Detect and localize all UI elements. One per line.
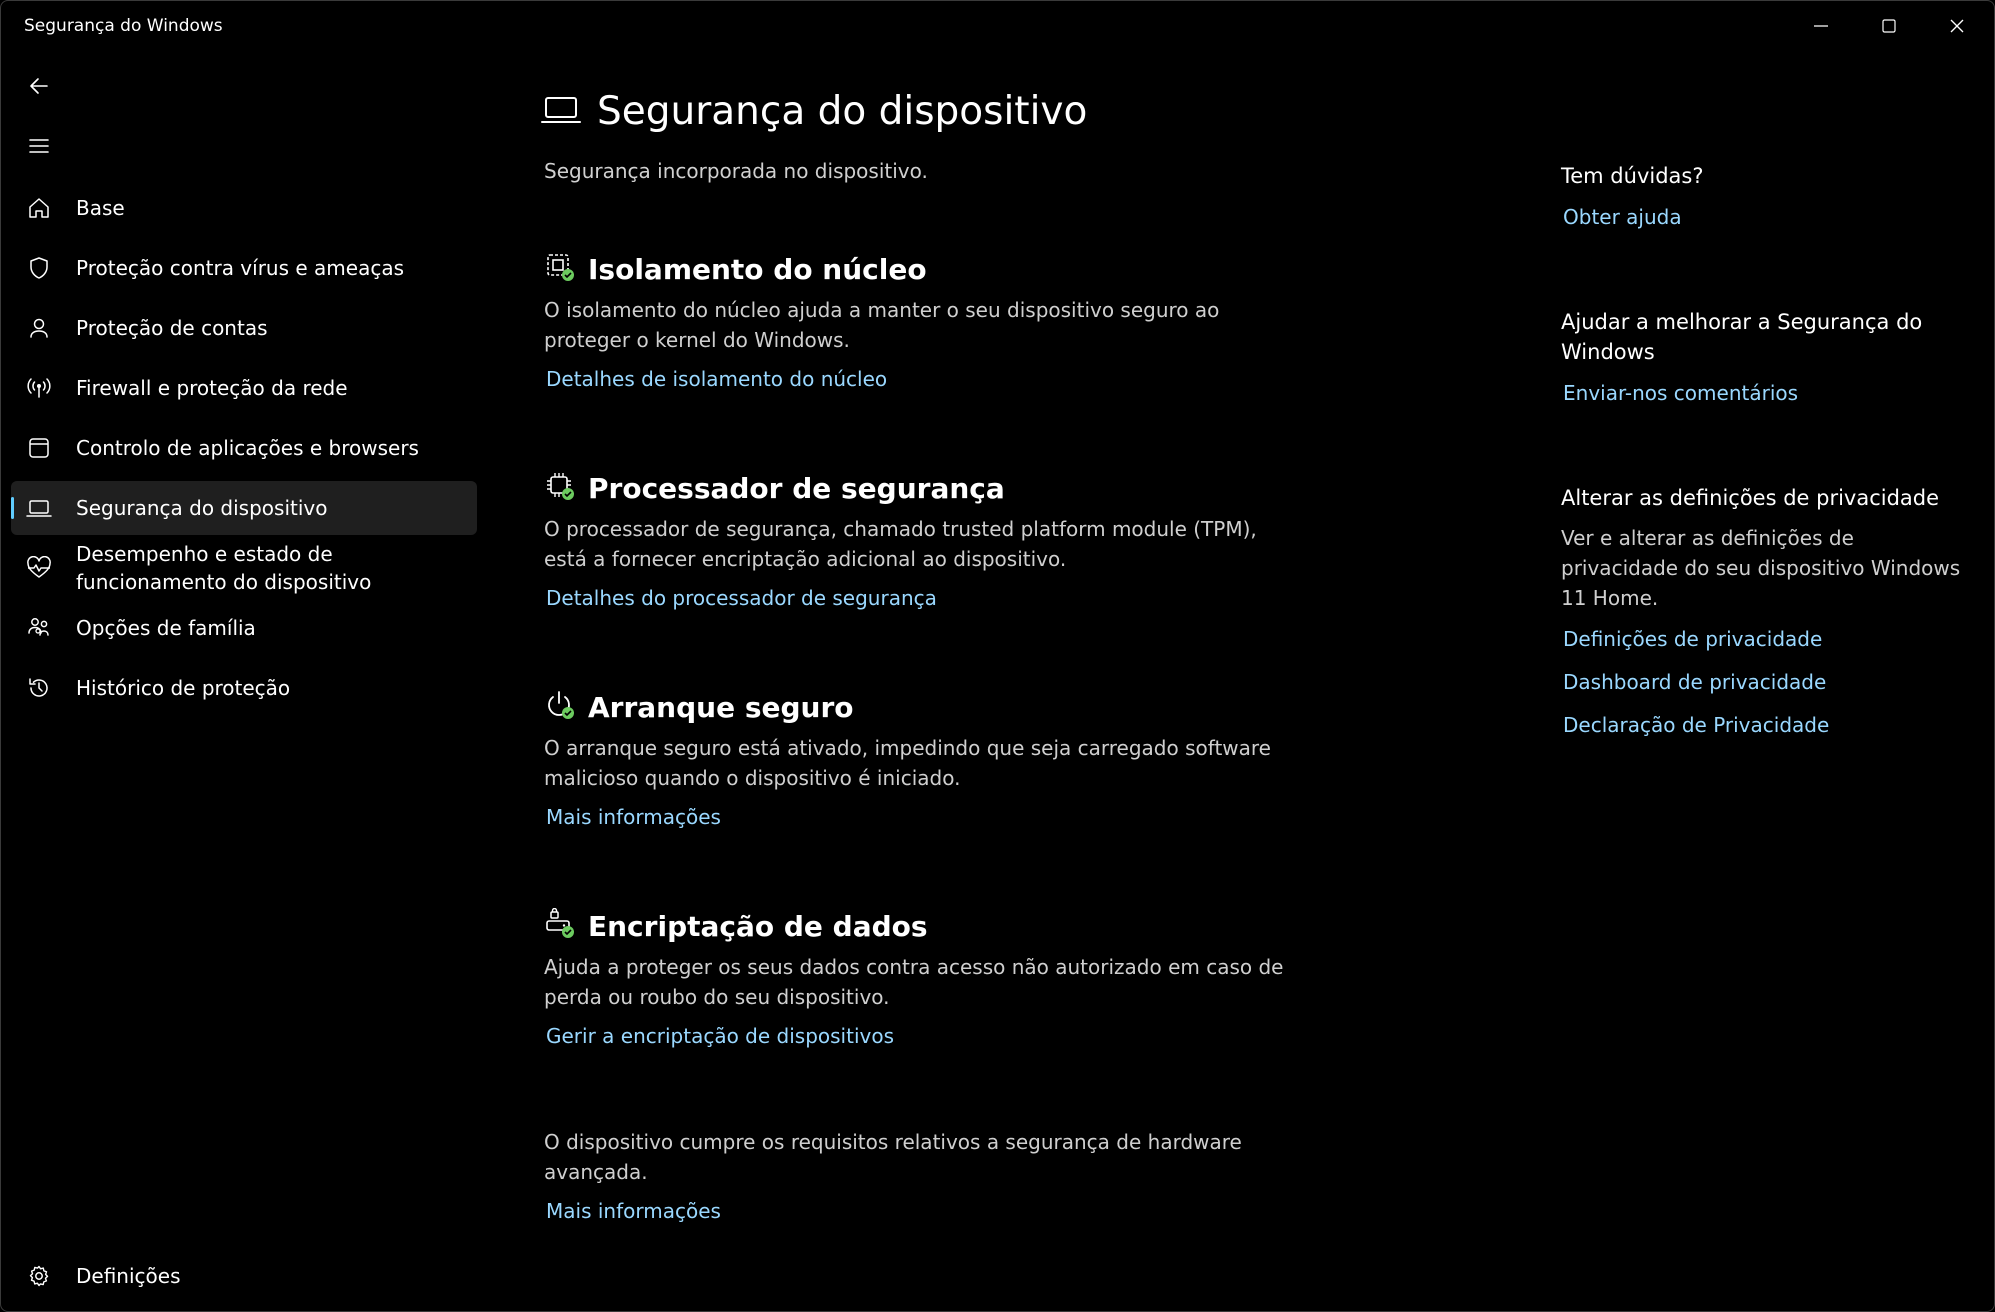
laptop-icon [26, 495, 52, 521]
section-header: Arranque seguro [544, 687, 1304, 727]
sidebar-item-label: Desempenho e estado de funcionamento do … [76, 542, 372, 594]
laptop-icon [541, 94, 581, 130]
hamburger-icon [29, 139, 49, 153]
security-processor-details-link[interactable]: Detalhes do processador de segurança [546, 586, 937, 610]
sidebar-item-settings[interactable]: Definições [11, 1249, 477, 1303]
core-isolation-ok-icon [544, 251, 576, 287]
chip-ok-icon [544, 470, 576, 506]
shield-icon [26, 255, 52, 281]
section-core-isolation: Isolamento do núcleo O isolamento do núc… [544, 249, 1304, 392]
section-description: O arranque seguro está ativado, impedind… [544, 736, 1271, 790]
sidebar-item-device-security[interactable]: Segurança do dispositivo [11, 481, 477, 535]
section-description: O isolamento do núcleo ajuda a manter o … [544, 298, 1220, 352]
privacy-description: Ver e alterar as definições de privacida… [1561, 526, 1961, 610]
sidebar-item-family-options[interactable]: Opções de família [11, 601, 477, 655]
gear-icon [26, 1263, 52, 1289]
section-title: Arranque seguro [588, 690, 854, 724]
privacy-dashboard-link[interactable]: Dashboard de privacidade [1563, 668, 1961, 696]
minimize-icon [1814, 25, 1828, 27]
privacy-block: Alterar as definições de privacidade Ver… [1561, 483, 1961, 739]
maximize-button[interactable] [1855, 1, 1923, 51]
section-title: Isolamento do núcleo [588, 252, 927, 286]
sidebar: Base Proteção contra vírus e ameaças Pro… [1, 51, 483, 1311]
send-feedback-link[interactable]: Enviar-nos comentários [1563, 379, 1961, 407]
hardware-security-status-text: O dispositivo cumpre os requisitos relat… [544, 1130, 1242, 1184]
section-title: Encriptação de dados [588, 909, 928, 943]
sidebar-item-app-browser-control[interactable]: Controlo de aplicações e browsers [11, 421, 477, 475]
menu-button[interactable] [21, 128, 57, 164]
improve-title: Ajudar a melhorar a Segurança do Windows [1561, 310, 1923, 364]
sidebar-item-label: Proteção contra vírus e ameaças [76, 256, 405, 280]
section-title: Processador de segurança [588, 471, 1005, 505]
page-title: Segurança do dispositivo [597, 89, 1088, 134]
sidebar-item-label: Controlo de aplicações e browsers [76, 436, 419, 460]
core-isolation-details-link[interactable]: Detalhes de isolamento do núcleo [546, 367, 887, 391]
privacy-statement-link[interactable]: Declaração de Privacidade [1563, 711, 1961, 739]
sidebar-item-label: Segurança do dispositivo [76, 496, 328, 520]
heart-pulse-icon [26, 555, 52, 581]
secure-boot-more-info-link[interactable]: Mais informações [546, 805, 721, 829]
wireless-icon [26, 375, 52, 401]
person-icon [26, 315, 52, 341]
back-button[interactable] [21, 68, 57, 104]
privacy-settings-link[interactable]: Definições de privacidade [1563, 625, 1961, 653]
section-description: Ajuda a proteger os seus dados contra ac… [544, 955, 1284, 1009]
sidebar-item-label: Opções de família [76, 616, 256, 640]
sidebar-item-virus-protection[interactable]: Proteção contra vírus e ameaças [11, 241, 477, 295]
close-button[interactable] [1923, 1, 1991, 51]
section-security-processor: Processador de segurança O processador d… [544, 468, 1304, 611]
app-window: Segurança do Windows Base Proteção contr… [0, 0, 1995, 1312]
drive-lock-ok-icon [544, 907, 576, 944]
home-icon [26, 195, 52, 221]
maximize-icon [1882, 19, 1896, 33]
sidebar-item-label: Proteção de contas [76, 316, 268, 340]
page-subtitle: Segurança incorporada no dispositivo. [544, 159, 928, 183]
sidebar-item-account-protection[interactable]: Proteção de contas [11, 301, 477, 355]
manage-device-encryption-link[interactable]: Gerir a encriptação de dispositivos [546, 1024, 894, 1048]
close-icon [1950, 19, 1964, 33]
family-icon [26, 615, 52, 641]
sidebar-item-firewall[interactable]: Firewall e proteção da rede [11, 361, 477, 415]
power-ok-icon [544, 689, 576, 725]
section-secure-boot: Arranque seguro O arranque seguro está a… [544, 687, 1304, 830]
settings-label: Definições [76, 1264, 181, 1288]
arrow-left-icon [30, 78, 48, 94]
get-help-link[interactable]: Obter ajuda [1563, 203, 1961, 231]
title-bar: Segurança do Windows [1, 1, 1994, 51]
history-icon [26, 675, 52, 701]
app-window-icon [26, 435, 52, 461]
minimize-button[interactable] [1787, 1, 1855, 51]
sidebar-item-label: Base [76, 196, 125, 220]
section-header: Processador de segurança [544, 468, 1304, 508]
improve-block: Ajudar a melhorar a Segurança do Windows… [1561, 307, 1961, 407]
section-data-encryption: Encriptação de dados Ajuda a proteger os… [544, 906, 1304, 1048]
privacy-title: Alterar as definições de privacidade [1561, 486, 1940, 510]
sidebar-item-label: Histórico de proteção [76, 676, 291, 700]
section-hardware-security-status: O dispositivo cumpre os requisitos relat… [544, 1121, 1304, 1223]
sidebar-item-base[interactable]: Base [11, 181, 477, 235]
section-header: Encriptação de dados [544, 906, 1304, 946]
help-title: Tem dúvidas? [1561, 164, 1704, 188]
section-description: O processador de segurança, chamado trus… [544, 517, 1257, 571]
sidebar-item-label: Firewall e proteção da rede [76, 376, 348, 400]
page-header: Segurança do dispositivo [541, 89, 1087, 134]
app-title: Segurança do Windows [24, 16, 223, 36]
section-header: Isolamento do núcleo [544, 249, 1304, 289]
sidebar-item-protection-history[interactable]: Histórico de proteção [11, 661, 477, 715]
help-block: Tem dúvidas? Obter ajuda [1561, 161, 1961, 231]
sidebar-item-device-health[interactable]: Desempenho e estado de funcionamento do … [11, 536, 477, 600]
hardware-security-more-info-link[interactable]: Mais informações [546, 1199, 721, 1223]
